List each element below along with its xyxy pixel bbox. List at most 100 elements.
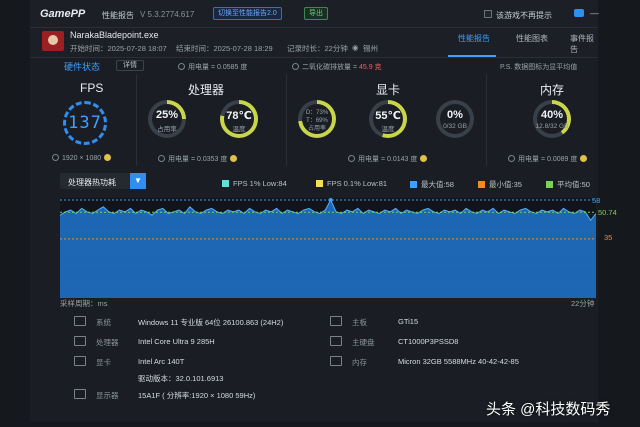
gpu-vram-sub: 0/32 GB: [443, 123, 467, 130]
legend-swatch: [222, 180, 229, 187]
x-axis-label: 采样周期：ms: [60, 299, 108, 308]
title-bar: GamePP 性能报告 V 5.3.2774.617 切换至性能报告2.0 导出…: [30, 0, 599, 28]
gpu-temp-label: 温度: [381, 126, 395, 133]
start-time: 开始时间：2025-07-28 18:07: [70, 44, 167, 53]
disk-value: CT1000P3PSSD8: [398, 337, 459, 346]
minimize-icon[interactable]: —: [590, 8, 599, 18]
max-point: [328, 198, 333, 202]
gpu-vram-value: 0%: [447, 109, 463, 121]
board-key: 主板: [352, 318, 367, 327]
help-icon[interactable]: [580, 155, 588, 162]
active-tab-indicator: [448, 55, 496, 57]
gpu-temp-gauge: 55℃ 温度: [369, 100, 407, 138]
gpu-temp-value: 55℃: [375, 110, 401, 122]
watermark: 头条 @科技数码秀: [486, 401, 611, 418]
monitor-key: 显示器: [96, 391, 119, 400]
gpu-usage-gauge: D：73% T：69% 占用率: [298, 100, 336, 138]
memory-icon: [330, 356, 342, 366]
duration: 记录时长：22分钟: [287, 44, 348, 53]
mem-value: Micron 32GB 5588MHz 40-42-42-85: [398, 357, 519, 366]
board-value: GTi15: [398, 317, 419, 326]
tab-event-report[interactable]: 事件报告: [570, 33, 598, 55]
game-icon: [42, 31, 64, 51]
cpu-key: 处理器: [96, 338, 119, 347]
gpu-power: 用电量 = 0.0143 度: [358, 156, 418, 163]
help-icon[interactable]: [230, 155, 238, 162]
ram-usage-sub: 12.8/32 GB: [535, 123, 569, 130]
legend-avg[interactable]: 平均值:50: [546, 179, 590, 190]
y-min-label: 35: [604, 233, 613, 242]
gpu-vram-gauge: 0% 0/32 GB: [436, 100, 474, 138]
gpu-key: 显卡: [96, 358, 111, 367]
metric-select[interactable]: 处理器热功耗 ▼: [60, 173, 146, 189]
cpu-usage-gauge: 25% 占用率: [148, 100, 186, 138]
ram-usage-gauge: 40% 12.8/32 GB: [533, 100, 571, 138]
cpu-icon: [74, 336, 86, 346]
fps-value: 137: [68, 113, 102, 133]
end-time: 结束时间：2025-07-28 18:29: [176, 44, 273, 53]
cpu-temp-value: 78℃: [226, 110, 252, 122]
fps-resolution: 1920 × 1080: [62, 155, 102, 162]
legend-fps-01-low[interactable]: FPS 0.1% Low:81: [316, 179, 387, 188]
gpu-value: Intel Arc 140T: [138, 357, 185, 366]
display-icon: [74, 389, 86, 399]
x-end-label: 22分钟: [571, 299, 595, 308]
camera-icon[interactable]: [574, 9, 584, 17]
series-area: [60, 200, 596, 298]
no-show-checkbox[interactable]: [484, 10, 492, 18]
export-button[interactable]: 导出: [304, 7, 328, 20]
cpu-temp-label: 温度: [232, 126, 246, 133]
details-button[interactable]: 详情: [116, 60, 144, 71]
co2-icon: [292, 63, 299, 70]
power-icon: [178, 63, 185, 70]
y-avg-label: 50.74: [598, 208, 617, 217]
power-chart: [59, 198, 597, 298]
ram-title: 内存: [540, 83, 565, 97]
app-name: 性能报告: [102, 11, 134, 20]
legend-fps-1-low[interactable]: FPS 1% Low:84: [222, 179, 287, 188]
legend-swatch: [410, 181, 417, 188]
disk-icon: [330, 336, 342, 346]
motherboard-icon: [330, 316, 342, 326]
cpu-temp-gauge: 78℃ 温度: [220, 100, 258, 138]
location: 锡州: [363, 44, 378, 53]
total-power: 用电量 = 0.0585 度: [188, 64, 248, 71]
cpu-power-icon: [158, 155, 165, 162]
tab-performance-report[interactable]: 性能报告: [458, 33, 490, 44]
help-icon[interactable]: [420, 155, 428, 162]
no-show-label: 该游戏不再提示: [496, 11, 552, 20]
fps-title: FPS: [80, 81, 104, 95]
cpu-title: 处理器: [188, 83, 225, 97]
switch-report-button[interactable]: 切换至性能报告2.0: [213, 7, 282, 20]
tab-performance-chart[interactable]: 性能图表: [516, 33, 548, 44]
footnote: P.S. 数据图标为显平均值: [500, 64, 578, 71]
y-max-label: 58: [592, 196, 601, 205]
power-chart-svg: [59, 198, 597, 298]
ram-power: 用电量 = 0.0089 度: [518, 156, 578, 163]
mem-key: 内存: [352, 358, 367, 367]
os-value: Windows 11 专业版 64位 26100.863 (24H2): [138, 318, 284, 327]
cpu-value: Intel Core Ultra 9 285H: [138, 337, 215, 346]
version-label: V 5.3.2774.617: [140, 10, 195, 19]
legend-min[interactable]: 最小值:35: [478, 179, 522, 190]
chevron-down-icon[interactable]: ▼: [130, 173, 146, 189]
gpu-title: 显卡: [376, 83, 401, 97]
hw-status-title: 硬件状态: [64, 62, 101, 72]
cpu-usage-value: 25%: [155, 109, 179, 121]
legend-max[interactable]: 最大值:58: [410, 179, 454, 190]
gpu-usage-label: 占用率: [307, 126, 326, 132]
ram-power-icon: [508, 155, 515, 162]
metric-select-label: 处理器热功耗: [68, 178, 116, 187]
cpu-usage-label: 占用率: [157, 126, 177, 133]
help-icon[interactable]: [104, 154, 112, 161]
divider: [286, 74, 287, 166]
gpu-icon: [74, 356, 86, 366]
co2-label: 二氧化碳排放量 =: [302, 64, 359, 71]
report-header: NarakaBladepoint.exe 开始时间：2025-07-28 18:…: [30, 28, 598, 58]
co2-value: 45.9 克: [358, 64, 382, 71]
disk-key: 主硬盘: [352, 338, 375, 347]
exe-name: NarakaBladepoint.exe: [70, 30, 159, 40]
location-icon: ◉: [352, 43, 359, 52]
divider: [136, 74, 137, 166]
monitor-icon: [52, 154, 59, 161]
